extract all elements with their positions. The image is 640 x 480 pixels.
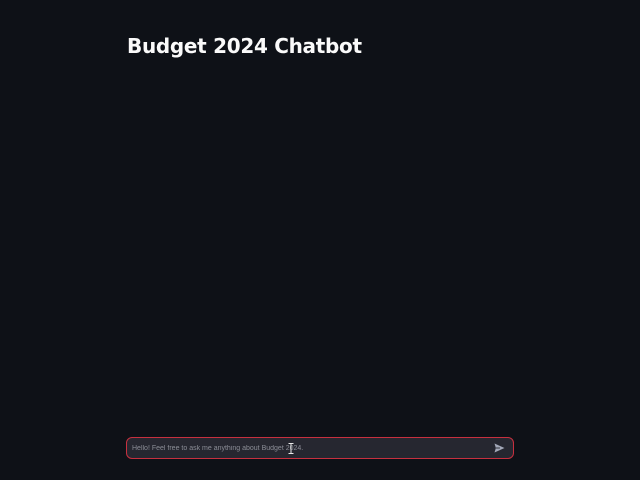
chat-input[interactable] — [127, 438, 488, 458]
app-main: Budget 2024 Chatbot — [0, 0, 640, 480]
send-arrow-icon — [494, 443, 504, 453]
chat-input-container — [126, 437, 514, 459]
page-title: Budget 2024 Chatbot — [127, 34, 362, 58]
send-button[interactable] — [488, 438, 510, 458]
